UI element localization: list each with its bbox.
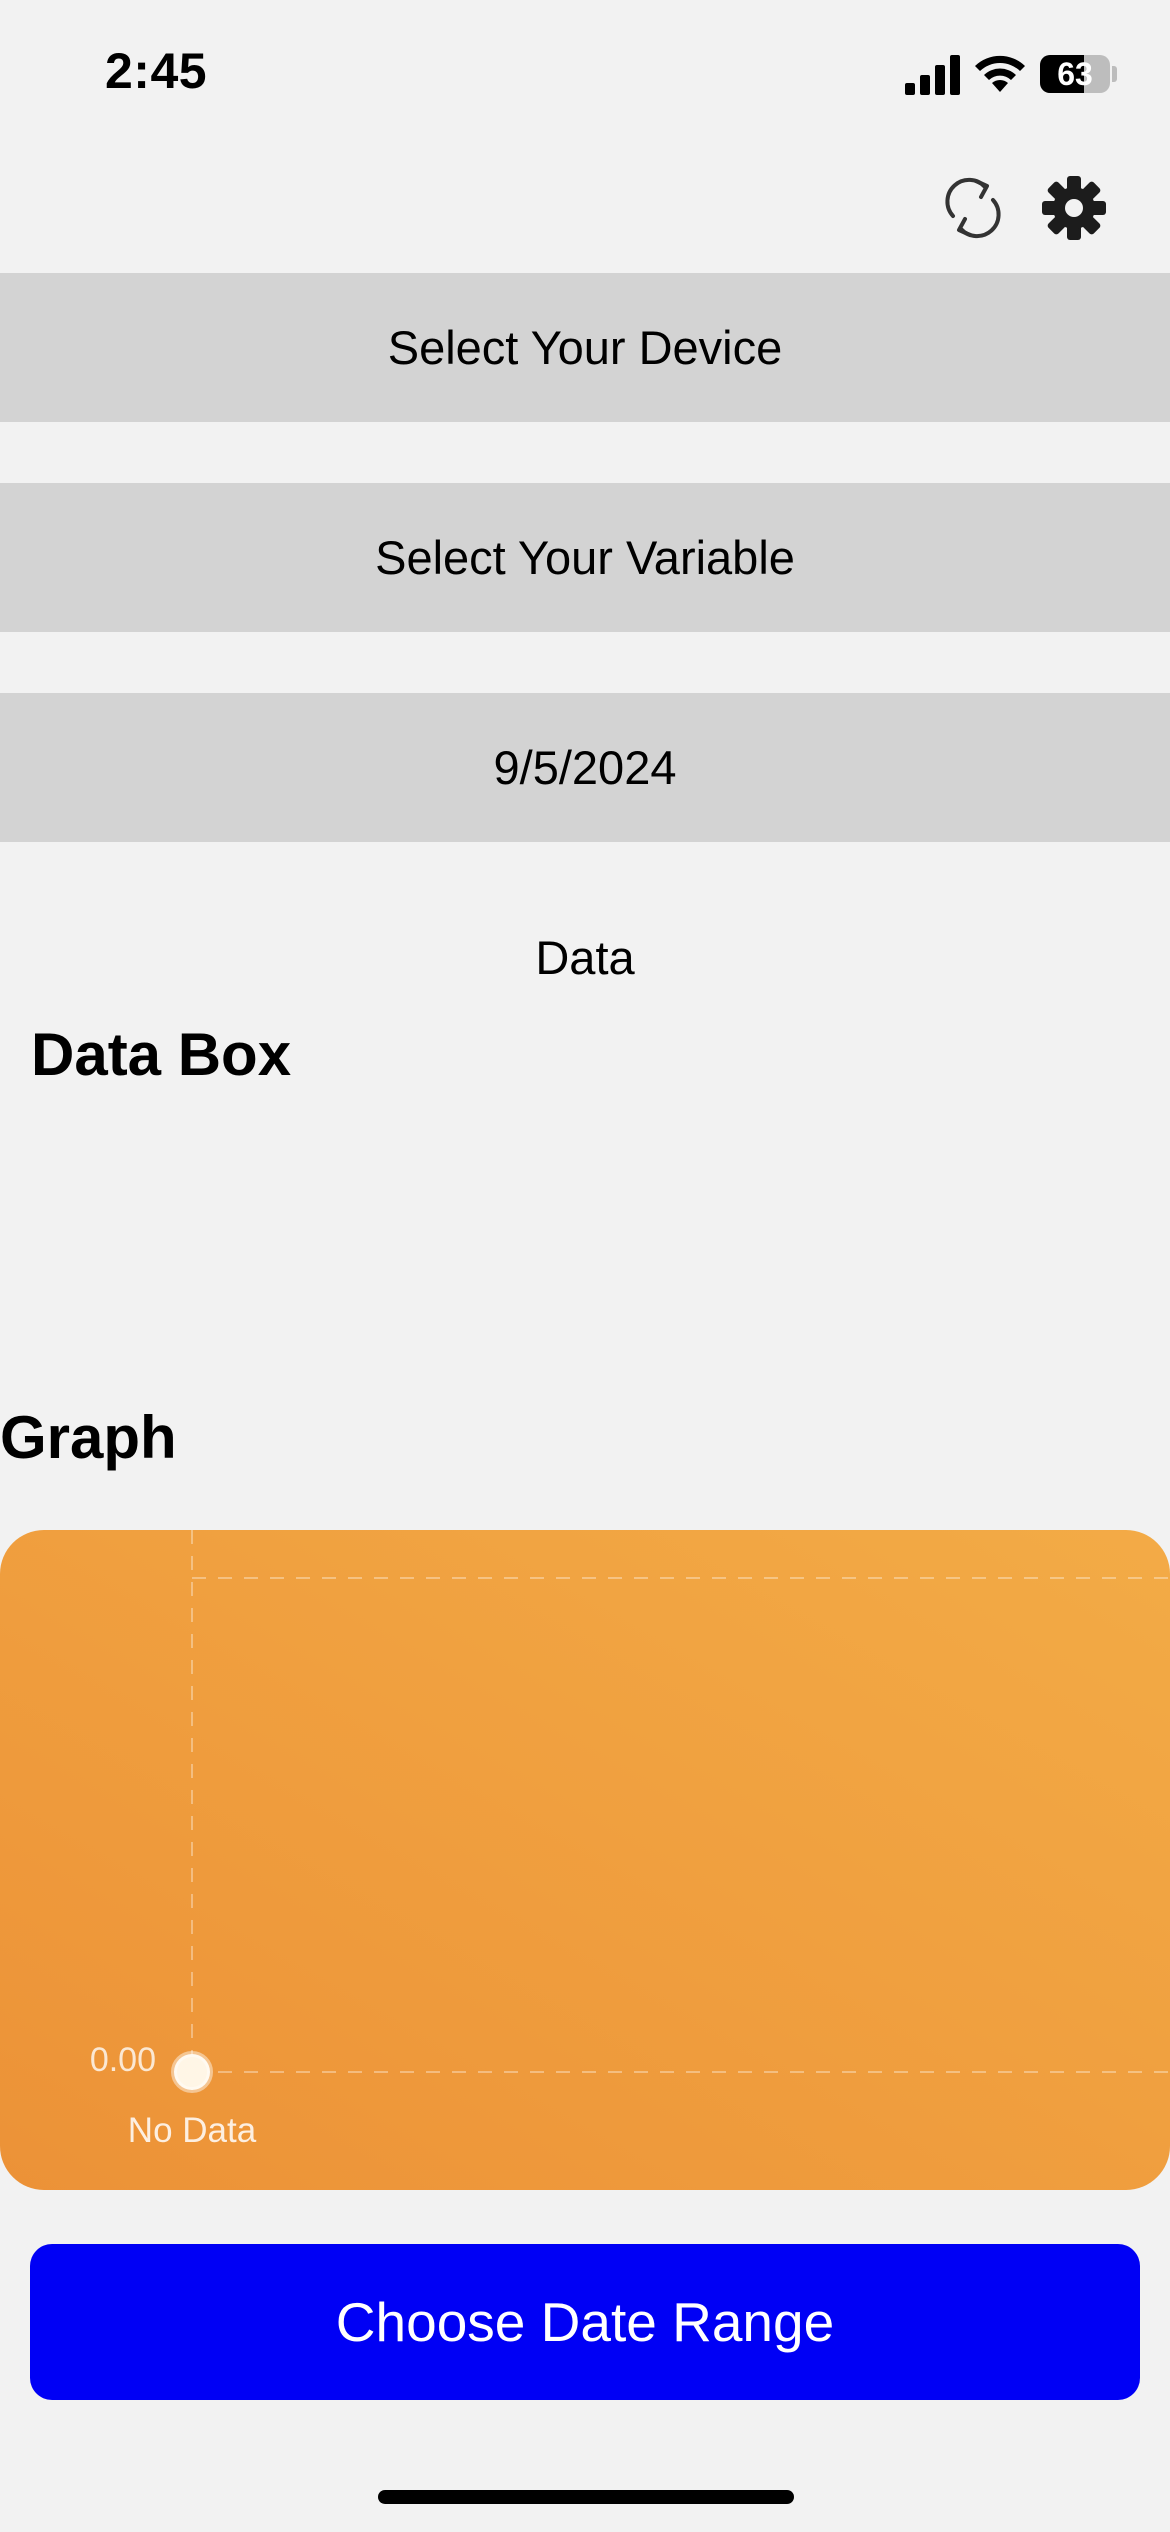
date-selector-button[interactable]: 9/5/2024 bbox=[0, 693, 1170, 842]
refresh-icon bbox=[945, 177, 1001, 239]
chart-card: 0.00 No Data bbox=[0, 1530, 1170, 2190]
cellular-signal-icon bbox=[905, 55, 960, 95]
battery-icon: 63 bbox=[1040, 55, 1110, 93]
choose-date-range-button[interactable]: Choose Date Range bbox=[30, 2244, 1140, 2400]
status-bar: 2:45 63 bbox=[0, 0, 1170, 150]
chart-background bbox=[0, 1530, 1170, 2190]
refresh-button[interactable] bbox=[940, 172, 1006, 244]
chart-plot: 0.00 No Data bbox=[0, 1530, 1170, 2190]
home-indicator bbox=[378, 2490, 794, 2504]
data-label: Data bbox=[535, 931, 635, 984]
data-box-title: Data Box bbox=[31, 1021, 292, 1088]
select-device-button[interactable]: Select Your Device bbox=[0, 273, 1170, 422]
battery-cap bbox=[1112, 66, 1117, 82]
data-point bbox=[171, 2051, 213, 2093]
x-tick-label: No Data bbox=[128, 2111, 257, 2150]
graph-title: Graph bbox=[0, 1404, 177, 1471]
select-variable-button[interactable]: Select Your Variable bbox=[0, 483, 1170, 632]
status-time: 2:45 bbox=[105, 43, 208, 99]
y-tick-label: 0.00 bbox=[90, 2041, 156, 2079]
battery-level: 63 bbox=[1057, 56, 1093, 92]
app-screen: 2:45 63 Select Your Device Select Your V… bbox=[0, 0, 1170, 2532]
settings-button[interactable] bbox=[1038, 172, 1110, 244]
wifi-icon bbox=[975, 55, 1025, 92]
gear-icon bbox=[1042, 176, 1106, 240]
